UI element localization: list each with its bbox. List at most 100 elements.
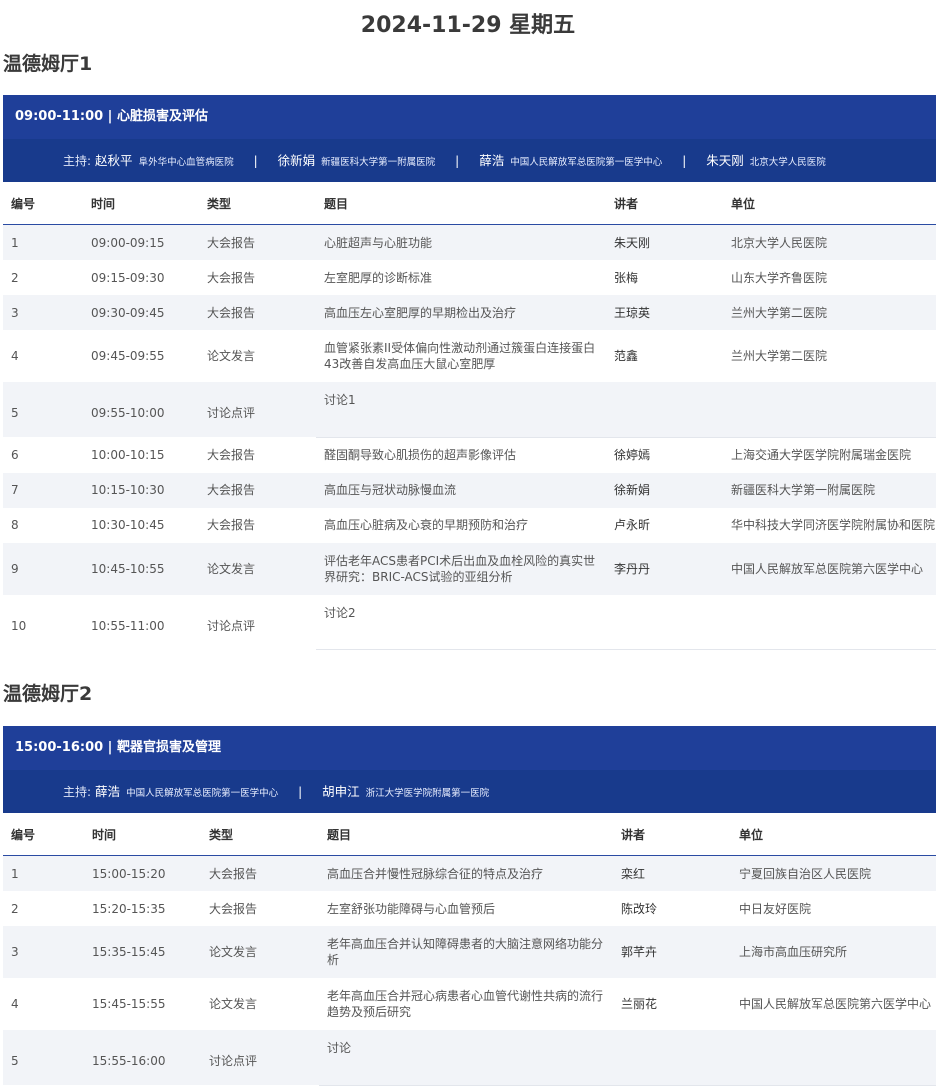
cell-topic: 高血压心脏病及心衰的早期预防和治疗: [324, 518, 529, 532]
cell-topic: 醛固酮导致心肌损伤的超声影像评估: [324, 448, 517, 462]
cell-no: 5: [3, 1030, 84, 1085]
column-header-time: 时间: [84, 813, 201, 856]
table-header-row: 编号 时间 类型 题目 讲者 单位: [3, 813, 936, 856]
cell-no: 3: [3, 926, 84, 978]
host-separator: |: [253, 154, 258, 168]
hall-section: 温德姆厅2 15:00-16:00 | 靶器官损害及管理 主持: 薛浩 中国人民解放军总…: [0, 680, 936, 1086]
cell-topic: 高血压合并慢性冠脉综合征的特点及治疗: [319, 855, 613, 891]
cell-time: 10:45-10:55: [83, 542, 199, 595]
host-label: 主持:: [63, 154, 92, 168]
cell-time: 09:55-10:00: [83, 382, 199, 437]
cell-type: 讨论点评: [201, 1030, 319, 1085]
host-unit: 浙江大学医学院附属第一医院: [365, 788, 490, 799]
table-row: 5 09:55-10:00 讨论点评 讨论1: [3, 382, 936, 438]
cell-no: 6: [11, 447, 19, 462]
cell-no: 1: [3, 855, 84, 891]
cell-time: 15:55-16:00: [84, 1030, 201, 1085]
cell-type: 大会报告: [209, 901, 258, 916]
hall-section: 温德姆厅1 09:00-11:00 | 心脏损害及评估主持: 赵秋平 阜外华中心血管病…: [0, 50, 936, 650]
cell-unit: 新疆医科大学第一附属医院: [723, 472, 936, 508]
cell-time: 10:15-10:30: [83, 472, 199, 508]
table-row: 3 15:35-15:45 论文发言 老年高血压合并认知障碍患者的大脑注意网络功能分析…: [3, 926, 936, 978]
cell-unit: 北京大学人民医院: [723, 224, 936, 260]
cell-no: 4: [11, 997, 19, 1011]
column-header-speaker: 讲者: [613, 813, 731, 856]
cell-speaker: 郭芊卉: [613, 926, 731, 978]
cell-speaker: 徐婷嫣: [614, 448, 651, 462]
table-row: 4 15:45-15:55 论文发言 老年高血压合并冠心病患者心血管代谢性共病的流行趋…: [3, 978, 936, 1030]
cell-time: 15:20-15:35: [92, 901, 166, 916]
cell-speaker: 朱天刚: [606, 224, 723, 260]
cell-time: 09:30-09:45: [83, 295, 199, 330]
host-unit: 中国人民解放军总医院第一医学中心: [510, 157, 663, 168]
column-header-type: 类型: [199, 182, 316, 225]
cell-type: 讨论点评: [199, 382, 316, 437]
cell-type: 大会报告: [207, 518, 256, 532]
halls-container: 温德姆厅1 09:00-11:00 | 心脏损害及评估 主持: 赵秋平 阜外华中心血管病…: [0, 50, 936, 1086]
host-unit: 新疆医科大学第一附属医院: [321, 157, 436, 168]
cell-time: 09:15-09:30: [91, 270, 165, 285]
cell-no: 8: [11, 518, 19, 532]
cell-unit: 兰州大学第二医院: [723, 295, 936, 330]
host-name: 胡申江: [322, 784, 360, 799]
cell-time: 15:45-15:55: [92, 997, 166, 1011]
host-name: 薛浩: [95, 784, 121, 799]
cell-topic: 高血压左心室肥厚的早期检出及治疗: [316, 295, 606, 330]
cell-time: 15:00-15:20: [84, 855, 201, 891]
cell-topic: 左室肥厚的诊断标准: [324, 270, 433, 285]
cell-no: 7: [3, 472, 83, 508]
column-header-unit: 单位: [723, 182, 936, 225]
column-header-topic: 题目: [316, 182, 606, 225]
cell-type: 大会报告: [207, 270, 256, 285]
table-header-row: 编号 时间 类型 题目 讲者 单位: [3, 182, 936, 225]
table-row: 8 10:30-10:45 大会报告 高血压心脏病及心衰的早期预防和治疗 卢永昕 华中科技…: [3, 508, 936, 543]
table-row: 2 15:20-15:35 大会报告 左室舒张功能障碍与心血管预后 陈改玲 中日友好医院: [3, 891, 936, 926]
cell-topic: 讨论: [319, 1030, 936, 1086]
session-hosts: 主持: 赵秋平 阜外华中心血管病医院 | 徐新娟 新疆医科大学第一附属医院 | 薛浩 中国人民解…: [3, 139, 936, 182]
cell-speaker: 王琼英: [606, 295, 723, 330]
cell-speaker: 栾红: [613, 855, 731, 891]
cell-speaker: 兰丽花: [621, 997, 658, 1011]
cell-type: 大会报告: [199, 472, 316, 508]
host-separator: |: [682, 154, 687, 168]
cell-time: 15:35-15:45: [84, 926, 201, 978]
cell-type: 论文发言: [199, 542, 316, 595]
column-header-unit: 单位: [731, 813, 936, 856]
cell-no: 2: [11, 901, 19, 916]
cell-unit: 上海交通大学医学院附属瑞金医院: [731, 448, 912, 462]
cell-topic: 心脏超声与心脏功能: [316, 224, 606, 260]
cell-speaker: 卢永昕: [614, 518, 651, 532]
cell-no: 2: [11, 270, 19, 285]
host-label: 主持:: [63, 785, 92, 799]
cell-no: 10: [11, 618, 27, 633]
cell-type: 大会报告: [207, 447, 256, 462]
cell-no: 9: [3, 542, 83, 595]
session-block: 09:00-11:00 | 心脏损害及评估主持: 赵秋平 阜外华中心血管病医院 | 徐新…: [3, 95, 936, 650]
cell-topic: 左室舒张功能障碍与心血管预后: [327, 901, 496, 916]
cell-no: 4: [11, 349, 19, 363]
table-row: 7 10:15-10:30 大会报告 高血压与冠状动脉慢血流 徐新娟 新疆医科大学第一附属…: [3, 472, 936, 508]
table-row: 6 10:00-10:15 大会报告 醛固酮导致心肌损伤的超声影像评估 徐婷嫣 上海交通大…: [3, 437, 936, 473]
cell-unit: 宁夏回族自治区人民医院: [731, 855, 936, 891]
table-row: 3 09:30-09:45 大会报告 高血压左心室肥厚的早期检出及治疗 王琼英 兰州大学第…: [3, 295, 936, 330]
hall-title: 温德姆厅2: [3, 683, 93, 705]
table-row: 1 15:00-15:20 大会报告 高血压合并慢性冠脉综合征的特点及治疗 栾红 宁夏回族…: [3, 855, 936, 891]
cell-unit: 中日友好医院: [739, 901, 812, 916]
cell-time: 09:00-09:15: [83, 224, 199, 260]
cell-topic: 评估老年ACS患者PCI术后出血及血栓风险的真实世界研究：BRIC-ACS试验的…: [316, 542, 606, 595]
cell-no: 1: [3, 224, 83, 260]
host-name: 赵秋平: [95, 153, 133, 168]
cell-time: 09:45-09:55: [91, 349, 165, 363]
cell-topic: 老年高血压合并认知障碍患者的大脑注意网络功能分析: [319, 926, 613, 978]
host-unit: 阜外华中心血管病医院: [138, 157, 234, 168]
hall-title: 温德姆厅1: [3, 53, 93, 75]
cell-unit: 中国人民解放军总医院第六医学中心: [739, 997, 932, 1011]
cell-speaker: 徐新娟: [606, 472, 723, 508]
table-row: 4 09:45-09:55 论文发言 血管紧张素II受体偏向性激动剂通过簇蛋白连接蛋白…: [3, 330, 936, 382]
cell-time: 10:00-10:15: [91, 447, 165, 462]
table-row: 1 09:00-09:15 大会报告 心脏超声与心脏功能 朱天刚 北京大学人民医院: [3, 224, 936, 260]
schedule-table: 编号 时间 类型 题目 讲者 单位 1 09:00-09:15 大会报告 心脏超声与心脏功能 朱天刚…: [3, 182, 936, 650]
cell-type: 论文发言: [207, 349, 256, 363]
cell-time: 10:30-10:45: [91, 518, 165, 532]
session-title: 09:00-11:00 | 心脏损害及评估: [3, 95, 936, 139]
